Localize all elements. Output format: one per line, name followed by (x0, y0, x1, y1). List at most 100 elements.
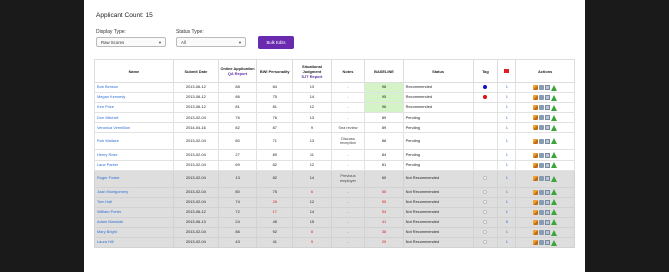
col-status[interactable]: Status (402, 59, 474, 83)
pencil-icon[interactable] (533, 115, 539, 121)
mail-icon[interactable] (539, 85, 545, 91)
mail-icon[interactable] (539, 105, 545, 111)
applicant-name-link[interactable]: Ken Price (94, 102, 174, 114)
notes-cell[interactable]: - (330, 227, 366, 239)
flag-count[interactable]: 1 (497, 92, 517, 104)
notes-cell[interactable]: - (330, 206, 366, 218)
mail-icon[interactable] (539, 209, 545, 215)
document-icon[interactable] (545, 230, 551, 236)
arrow-up-icon[interactable] (551, 162, 558, 169)
col-situational-judgment[interactable]: Situational Judgment SJT Report (292, 59, 332, 83)
notes-cell[interactable]: - (330, 149, 366, 161)
pencil-icon[interactable] (533, 85, 539, 91)
tag-cell[interactable] (472, 159, 499, 171)
table-row[interactable]: Laura Hill 2013-02-04 43 41 9-29 Not Recommen… (94, 237, 575, 249)
arrow-up-icon[interactable] (551, 209, 558, 216)
arrow-up-icon[interactable] (551, 124, 558, 131)
flag-count[interactable]: 1 (497, 159, 517, 171)
table-row[interactable]: Don Mitchell 2013-02-04 76 76 13-89 Pending 1 (94, 112, 575, 124)
flag-count[interactable]: 1 (497, 227, 517, 239)
tag-cell[interactable] (472, 112, 499, 124)
flag-count[interactable]: 8 (497, 216, 517, 229)
applicant-name-link[interactable]: Bob Benson (94, 81, 174, 94)
pencil-icon[interactable] (533, 219, 539, 225)
arrow-up-icon[interactable] (551, 94, 558, 101)
notes-cell[interactable]: - (330, 159, 366, 171)
mail-icon[interactable] (539, 230, 545, 236)
document-icon[interactable] (545, 162, 551, 168)
notes-cell[interactable]: - (330, 216, 366, 229)
pencil-icon[interactable] (533, 152, 539, 158)
mail-icon[interactable] (539, 240, 545, 246)
tag-cell[interactable] (472, 206, 499, 218)
applicant-name-link[interactable]: Laura Hill (94, 237, 174, 249)
col-name[interactable]: Name (94, 59, 174, 83)
notes-cell[interactable]: - (330, 92, 366, 104)
notes-cell[interactable]: - (330, 112, 366, 124)
flag-count[interactable]: 1 (497, 122, 517, 134)
pencil-icon[interactable] (533, 176, 539, 182)
tag-cell[interactable] (472, 169, 499, 188)
flag-count[interactable]: 1 (497, 237, 517, 249)
tag-cell[interactable] (472, 122, 499, 134)
mail-icon[interactable] (539, 115, 545, 121)
col-online-application[interactable]: Online Application QA Report (217, 59, 258, 83)
pencil-icon[interactable] (533, 95, 539, 101)
mail-icon[interactable] (539, 189, 545, 195)
document-icon[interactable] (545, 189, 551, 195)
arrow-up-icon[interactable] (551, 199, 558, 206)
mail-icon[interactable] (539, 199, 545, 205)
tag-cell[interactable] (472, 92, 499, 104)
pencil-icon[interactable] (533, 138, 539, 144)
pencil-icon[interactable] (533, 199, 539, 205)
col-notes[interactable]: Notes (330, 59, 366, 83)
flag-count[interactable]: 1 (497, 196, 517, 208)
arrow-up-icon[interactable] (551, 229, 558, 236)
flag-count[interactable]: 1 (497, 112, 517, 124)
pencil-icon[interactable] (533, 189, 539, 195)
arrow-up-icon[interactable] (551, 114, 558, 121)
flag-count[interactable]: 1 (497, 169, 517, 188)
table-row[interactable]: Rob Wallace 2013-02-04 80 71 13 Discuss recep… (94, 132, 575, 151)
tag-cell[interactable] (472, 227, 499, 239)
flag-count[interactable]: 1 (497, 132, 517, 151)
display-type-select[interactable]: Raw Scores ▼ (96, 37, 166, 47)
document-icon[interactable] (545, 138, 551, 144)
notes-cell[interactable]: Previous employer (330, 169, 366, 188)
applicant-name-link[interactable]: Lane Parker (94, 159, 174, 171)
applicant-name-link[interactable]: Adam Marshall (94, 216, 174, 229)
applicant-name-link[interactable]: Henry Rose (94, 149, 174, 161)
arrow-up-icon[interactable] (551, 239, 558, 246)
tag-cell[interactable] (472, 132, 499, 151)
applicant-name-link[interactable]: Rob Wallace (94, 132, 174, 151)
mail-icon[interactable] (539, 219, 545, 225)
document-icon[interactable] (545, 219, 551, 225)
table-row[interactable]: Roger Foster 2013-02-04 13 82 14 Previous emp… (94, 169, 575, 188)
table-row[interactable]: Bob Benson 2013-06-12 88 84 13-98 Recommended… (94, 81, 575, 94)
notes-cell[interactable]: - (330, 102, 366, 114)
applicant-name-link[interactable]: Roger Foster (94, 169, 174, 188)
tag-cell[interactable] (472, 196, 499, 208)
tag-cell[interactable] (472, 216, 499, 229)
applicant-name-link[interactable]: Tom Hall (94, 196, 174, 208)
col-tag[interactable]: Tag (472, 59, 499, 83)
tag-cell[interactable] (472, 102, 499, 114)
document-icon[interactable] (545, 209, 551, 215)
mail-icon[interactable] (539, 125, 545, 131)
arrow-up-icon[interactable] (551, 104, 558, 111)
sjt-report-link[interactable]: SJT Report (293, 74, 330, 79)
tag-cell[interactable] (472, 237, 499, 249)
arrow-up-icon[interactable] (551, 84, 558, 91)
arrow-up-icon[interactable] (551, 219, 558, 226)
pencil-icon[interactable] (533, 125, 539, 131)
notes-cell[interactable]: Sea review (330, 122, 366, 134)
arrow-up-icon[interactable] (551, 189, 558, 196)
table-row[interactable]: Adam Marshall 2013-06-13 24 45 15-41 Not Reco… (94, 216, 575, 229)
document-icon[interactable] (545, 85, 551, 91)
flag-count[interactable]: 1 (497, 102, 517, 114)
document-icon[interactable] (545, 125, 551, 131)
status-type-select[interactable]: All ▼ (176, 37, 246, 47)
notes-cell[interactable]: - (330, 237, 366, 249)
pencil-icon[interactable] (533, 209, 539, 215)
document-icon[interactable] (545, 240, 551, 246)
